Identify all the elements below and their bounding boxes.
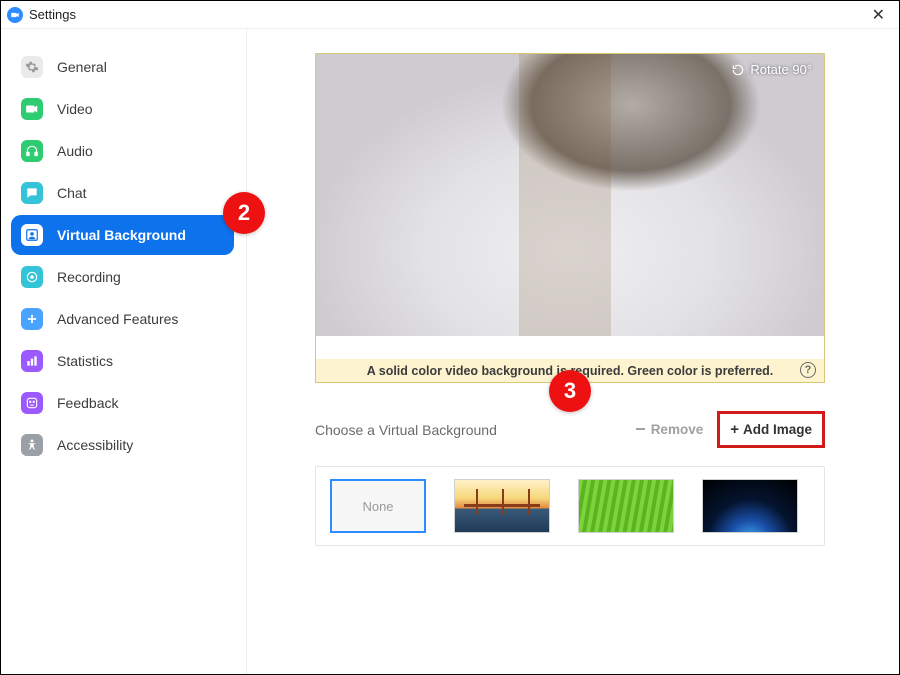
sidebar-item-label: Accessibility	[57, 437, 133, 453]
thumb-earth[interactable]	[702, 479, 798, 533]
sidebar-item-label: Virtual Background	[57, 227, 186, 243]
window-title: Settings	[29, 7, 76, 22]
video-preview	[316, 54, 824, 336]
thumb-none-label: None	[362, 499, 393, 514]
sidebar-item-virtual-background[interactable]: Virtual Background	[11, 215, 234, 255]
background-thumbnails: None	[315, 466, 825, 546]
sidebar-item-recording[interactable]: Recording	[11, 257, 234, 297]
plus-icon	[21, 308, 43, 330]
sidebar-item-chat[interactable]: Chat	[11, 173, 234, 213]
sidebar-item-accessibility[interactable]: Accessibility	[11, 425, 234, 465]
titlebar: Settings ✕	[1, 1, 899, 29]
add-image-button[interactable]: + Add Image	[717, 411, 825, 448]
rotate-button[interactable]: Rotate 90°	[731, 62, 812, 77]
thumb-none[interactable]: None	[330, 479, 426, 533]
thumb-bridge[interactable]	[454, 479, 550, 533]
add-image-label: Add Image	[743, 422, 812, 437]
annotation-callout-3: 3	[549, 370, 591, 412]
chat-icon	[21, 182, 43, 204]
sidebar-item-label: Audio	[57, 143, 93, 159]
sidebar-item-advanced-features[interactable]: Advanced Features	[11, 299, 234, 339]
sidebar-item-label: Chat	[57, 185, 87, 201]
sidebar-item-label: Recording	[57, 269, 121, 285]
sidebar-item-label: Advanced Features	[57, 311, 178, 327]
sidebar: General Video Audio Chat Virtual Backgro	[1, 29, 247, 674]
video-preview-container: Rotate 90°	[315, 53, 825, 359]
sidebar-item-label: Feedback	[57, 395, 118, 411]
remove-button[interactable]: − Remove	[635, 422, 703, 437]
person-icon	[21, 434, 43, 456]
close-icon[interactable]: ✕	[866, 5, 891, 25]
choose-background-label: Choose a Virtual Background	[315, 422, 635, 438]
thumb-grass[interactable]	[578, 479, 674, 533]
sidebar-item-label: Statistics	[57, 353, 113, 369]
portrait-icon	[21, 224, 43, 246]
face-icon	[21, 392, 43, 414]
sidebar-item-audio[interactable]: Audio	[11, 131, 234, 171]
remove-label: Remove	[651, 422, 704, 437]
video-icon	[21, 98, 43, 120]
sidebar-item-feedback[interactable]: Feedback	[11, 383, 234, 423]
bars-icon	[21, 350, 43, 372]
sidebar-item-label: Video	[57, 101, 93, 117]
rotate-label: Rotate 90°	[750, 62, 812, 77]
plus-icon: +	[730, 421, 739, 438]
content-area: Rotate 90° A solid color video backgroun…	[247, 29, 899, 674]
sidebar-item-statistics[interactable]: Statistics	[11, 341, 234, 381]
annotation-callout-2: 2	[223, 192, 265, 234]
record-icon	[21, 266, 43, 288]
sidebar-item-label: General	[57, 59, 107, 75]
gear-icon	[21, 56, 43, 78]
app-icon	[7, 7, 23, 23]
sidebar-item-general[interactable]: General	[11, 47, 234, 87]
sidebar-item-video[interactable]: Video	[11, 89, 234, 129]
headphones-icon	[21, 140, 43, 162]
help-icon[interactable]: ?	[800, 362, 816, 378]
